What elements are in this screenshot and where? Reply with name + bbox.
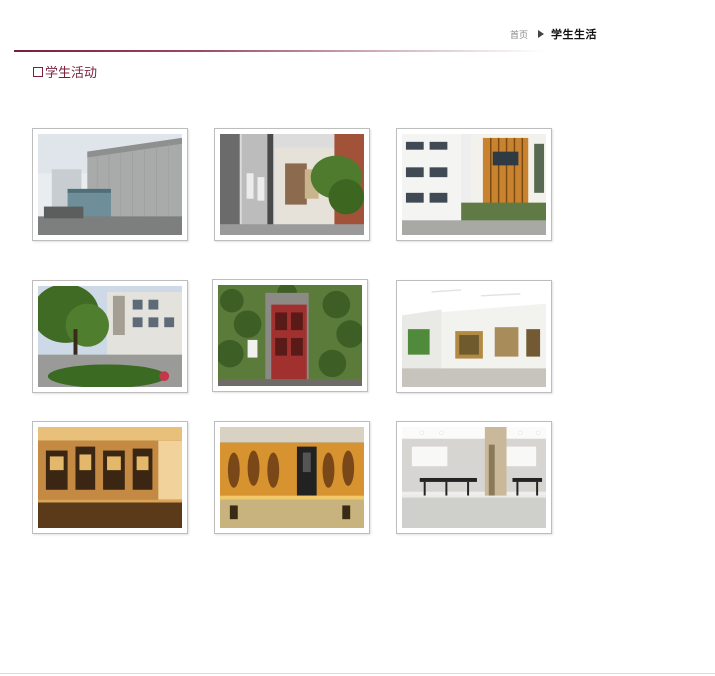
photo-museum-display-cases: [38, 427, 182, 528]
photo-gallery: [0, 0, 715, 676]
gallery-thumb[interactable]: [32, 421, 188, 534]
photo-white-art-gallery: [402, 286, 546, 387]
gallery-thumb[interactable]: [396, 128, 552, 241]
photo-building-entrance-with-palm: [220, 134, 364, 235]
photo-atrium-courtyard: [402, 134, 546, 235]
photo-exhibition-hall-lit: [220, 427, 364, 528]
gallery-thumb[interactable]: [32, 280, 188, 393]
photo-building-with-trees: [38, 286, 182, 387]
gallery-thumb[interactable]: [214, 128, 370, 241]
gallery-thumb[interactable]: [396, 280, 552, 393]
footer-divider: [0, 673, 715, 674]
gallery-thumb[interactable]: [32, 128, 188, 241]
photo-campus-building-exterior: [38, 134, 182, 235]
photo-hall-with-column: [402, 427, 546, 528]
gallery-thumb[interactable]: [214, 421, 370, 534]
photo-ivy-wall-red-door: [218, 285, 362, 386]
gallery-thumb[interactable]: [396, 421, 552, 534]
gallery-thumb[interactable]: [212, 279, 368, 392]
